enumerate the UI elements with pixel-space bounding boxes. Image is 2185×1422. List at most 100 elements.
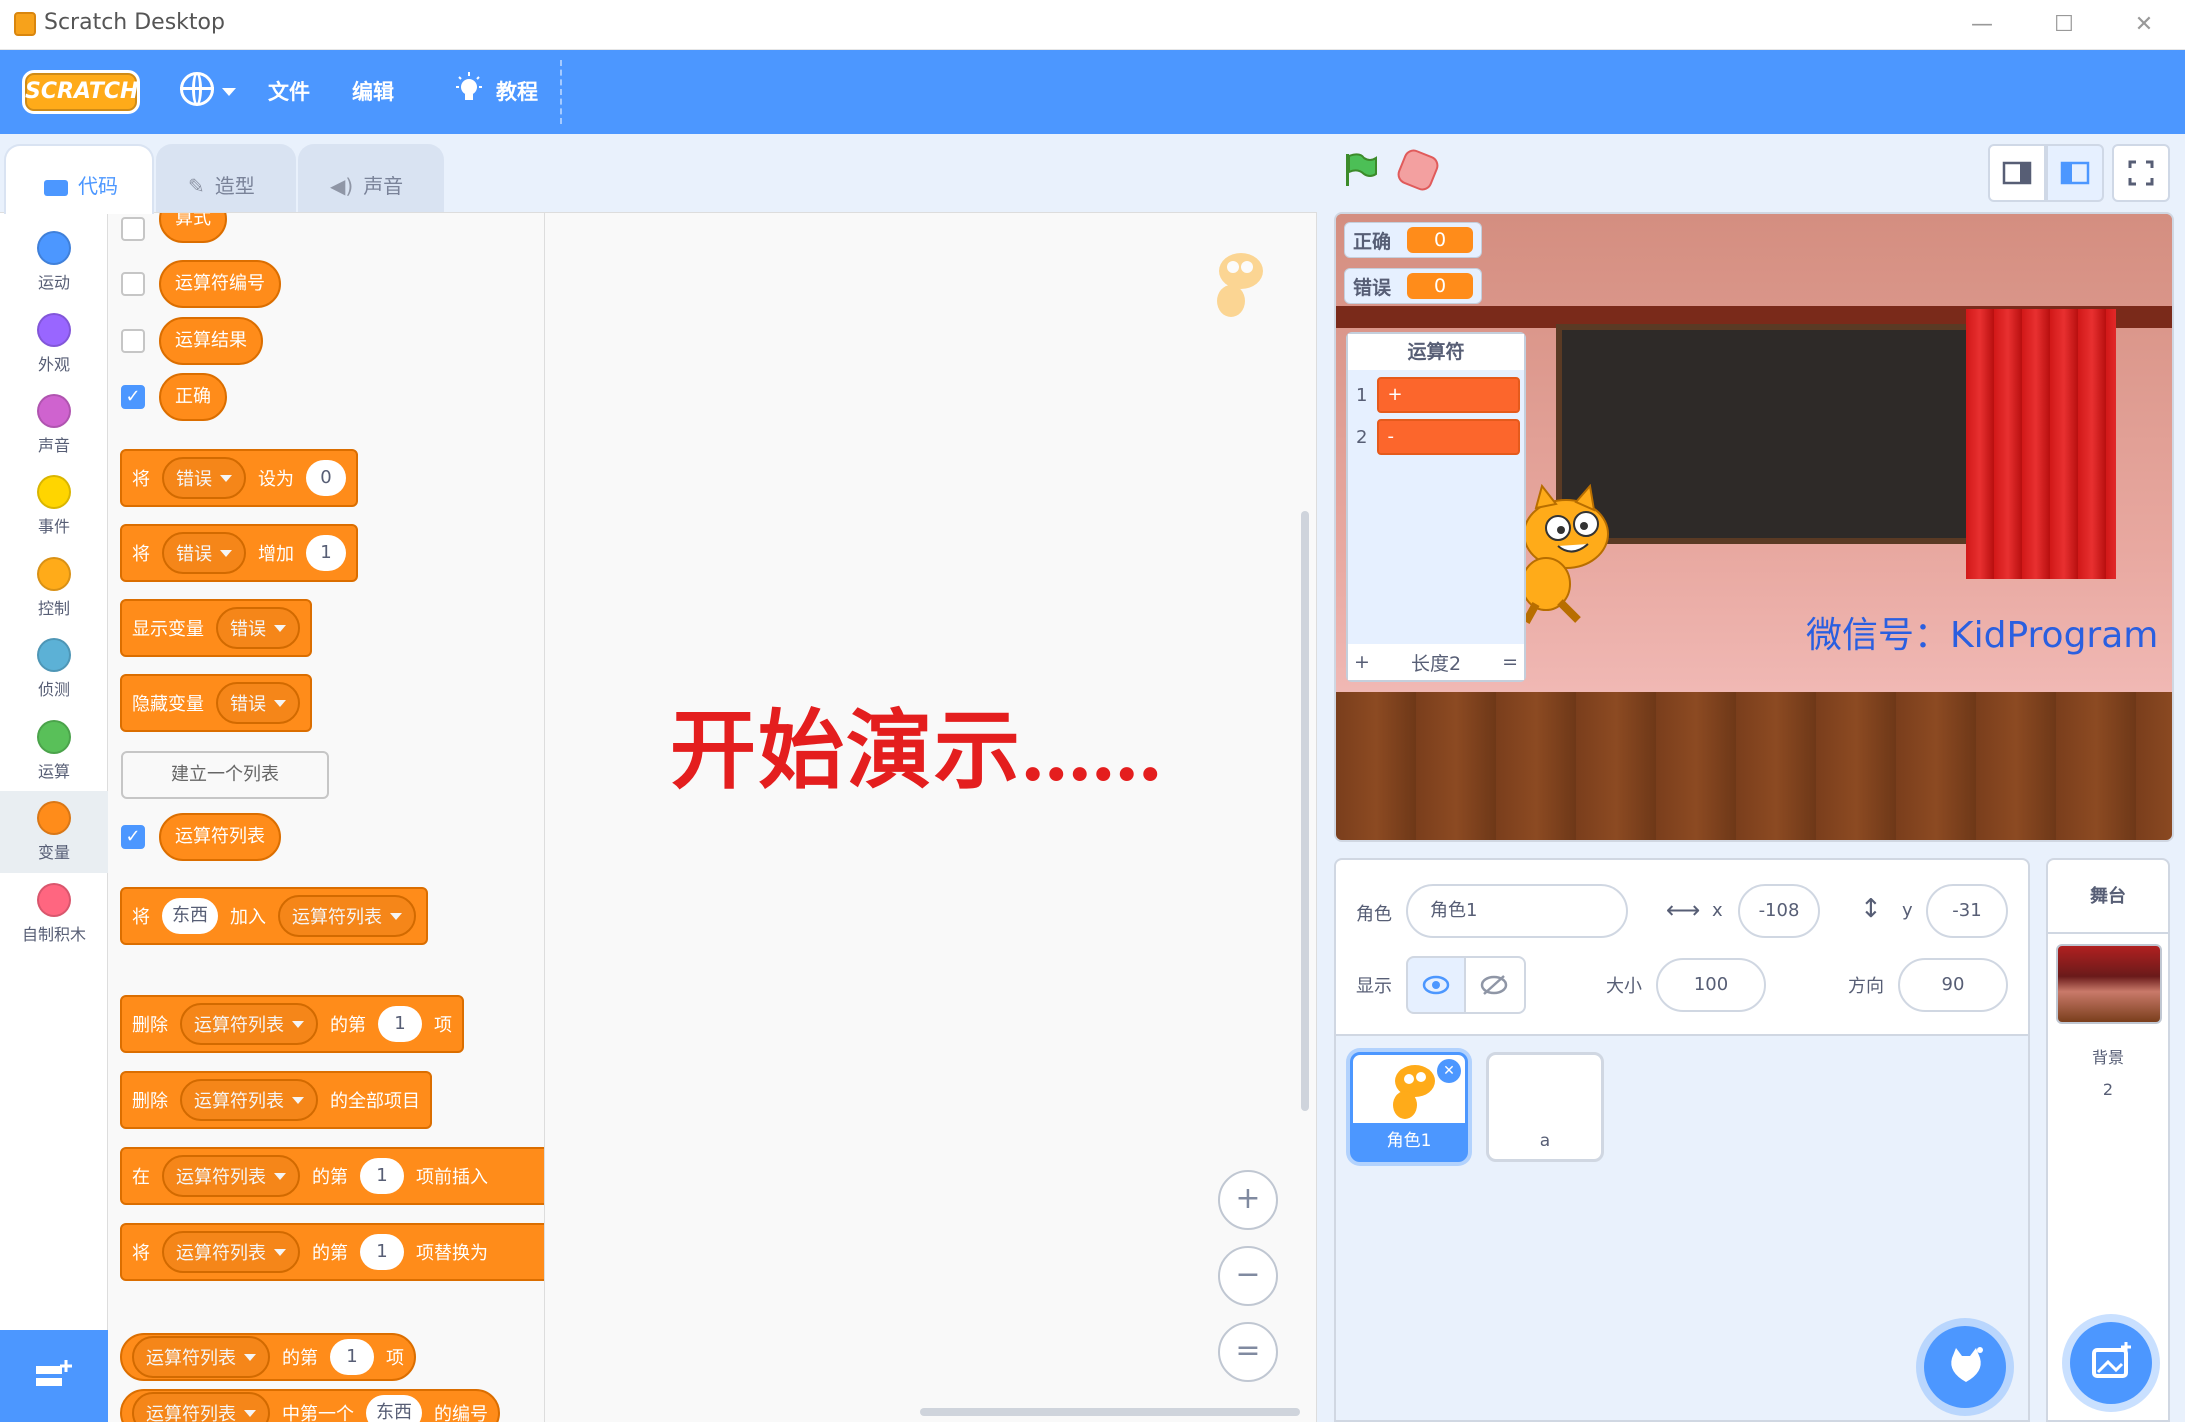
language-globe-icon[interactable] bbox=[180, 72, 214, 106]
x-input[interactable]: -108 bbox=[1738, 884, 1820, 938]
variable-reporter[interactable]: 算式 bbox=[159, 213, 227, 243]
category-events[interactable]: 事件 bbox=[0, 465, 108, 547]
make-list-button[interactable]: 建立一个列表 bbox=[121, 751, 329, 799]
variable-dropdown[interactable]: 错误 bbox=[162, 532, 246, 574]
value-input[interactable]: 1 bbox=[306, 535, 346, 571]
set-variable-block[interactable]: 将 错误 设为 0 bbox=[120, 449, 358, 507]
change-variable-block[interactable]: 将 错误 增加 1 bbox=[120, 524, 358, 582]
backdrop-add-icon bbox=[2092, 1342, 2131, 1378]
value-input[interactable]: 0 bbox=[306, 460, 346, 496]
extension-icon bbox=[36, 1360, 72, 1386]
zoom-in-button[interactable]: + bbox=[1218, 1170, 1278, 1230]
show-label: 显示 bbox=[1356, 976, 1392, 997]
value-input[interactable]: 东西 bbox=[366, 1395, 422, 1422]
category-sensing[interactable]: 侦测 bbox=[0, 628, 108, 710]
menu-tutorials[interactable]: 教程 bbox=[496, 76, 538, 106]
sprite-name-input[interactable]: 角色1 bbox=[1406, 884, 1628, 938]
value-input[interactable]: 东西 bbox=[162, 898, 218, 934]
green-flag-icon[interactable] bbox=[1342, 152, 1378, 188]
delete-sprite-icon[interactable]: ✕ bbox=[1437, 1059, 1461, 1083]
scratch-logo[interactable]: SCRATCH bbox=[22, 70, 140, 114]
list-dropdown[interactable]: 运算符列表 bbox=[132, 1392, 270, 1422]
list-add-button[interactable]: + bbox=[1354, 651, 1370, 673]
list-dropdown[interactable]: 运算符列表 bbox=[162, 1155, 300, 1197]
checkbox-var4-checked[interactable]: ✓ bbox=[121, 385, 145, 409]
vertical-scrollbar[interactable] bbox=[1301, 511, 1309, 1111]
category-operators[interactable]: 运算 bbox=[0, 710, 108, 792]
fullscreen-button[interactable] bbox=[2112, 144, 2170, 202]
variable-dropdown[interactable]: 错误 bbox=[162, 457, 246, 499]
variable-reporter[interactable]: 运算结果 bbox=[159, 317, 263, 365]
zoom-reset-button[interactable]: = bbox=[1218, 1322, 1278, 1382]
large-stage-button[interactable] bbox=[2046, 144, 2104, 202]
value-input[interactable]: 1 bbox=[330, 1339, 374, 1375]
hide-variable-block[interactable]: 隐藏变量 错误 bbox=[120, 674, 312, 732]
item-of-list-reporter[interactable]: 运算符列表 的第 1 项 bbox=[120, 1333, 416, 1381]
choose-sprite-button[interactable] bbox=[1924, 1326, 2006, 1408]
variable-dropdown[interactable]: 错误 bbox=[216, 607, 300, 649]
show-visible-button[interactable] bbox=[1406, 956, 1466, 1014]
sprite-tile[interactable]: a bbox=[1486, 1052, 1604, 1162]
size-input[interactable]: 100 bbox=[1656, 958, 1766, 1012]
variable-reporter[interactable]: 运算符编号 bbox=[159, 260, 281, 308]
small-stage-button[interactable] bbox=[1988, 144, 2046, 202]
category-my-blocks[interactable]: 自制积木 bbox=[0, 873, 108, 955]
tab-sounds[interactable]: ◀) 声音 bbox=[298, 144, 444, 214]
monitor-label: 错误 bbox=[1353, 276, 1392, 299]
maximize-button[interactable]: ☐ bbox=[2044, 8, 2084, 42]
list-dropdown[interactable]: 运算符列表 bbox=[132, 1336, 270, 1378]
tab-code[interactable]: 代码 bbox=[4, 144, 154, 214]
category-control[interactable]: 控制 bbox=[0, 547, 108, 629]
add-to-list-block[interactable]: 将 东西 加入 运算符列表 bbox=[120, 887, 428, 945]
category-motion[interactable]: 运动 bbox=[0, 221, 108, 303]
delete-all-block[interactable]: 删除 运算符列表 的全部项目 bbox=[120, 1071, 432, 1129]
list-value[interactable]: + bbox=[1377, 377, 1520, 413]
list-dropdown[interactable]: 运算符列表 bbox=[180, 1079, 318, 1121]
variable-dropdown[interactable]: 错误 bbox=[216, 682, 300, 724]
category-sound[interactable]: 声音 bbox=[0, 384, 108, 466]
direction-input[interactable]: 90 bbox=[1898, 958, 2008, 1012]
replace-item-block[interactable]: 将 运算符列表 的第 1 项替换为 bbox=[120, 1223, 544, 1281]
close-window-button[interactable]: ✕ bbox=[2124, 8, 2164, 42]
category-variables[interactable]: 变量 bbox=[0, 791, 108, 873]
tab-costumes[interactable]: ✎ 造型 bbox=[156, 144, 296, 214]
checkbox-list-checked[interactable]: ✓ bbox=[121, 825, 145, 849]
y-input[interactable]: -31 bbox=[1926, 884, 2008, 938]
stop-icon[interactable] bbox=[1394, 146, 1442, 194]
block-text: 在 bbox=[132, 1167, 150, 1188]
value-input[interactable]: 1 bbox=[360, 1234, 404, 1270]
checkbox-var1[interactable] bbox=[121, 217, 145, 241]
value-input[interactable]: 1 bbox=[378, 1006, 422, 1042]
list-value[interactable]: - bbox=[1377, 419, 1520, 455]
menu-file[interactable]: 文件 bbox=[268, 76, 310, 106]
category-looks[interactable]: 外观 bbox=[0, 303, 108, 385]
list-item[interactable]: 2 - bbox=[1356, 418, 1520, 456]
menu-divider bbox=[560, 60, 562, 124]
show-variable-block[interactable]: 显示变量 错误 bbox=[120, 599, 312, 657]
sprite-tile-selected[interactable]: ✕ 角色1 bbox=[1350, 1052, 1468, 1162]
choose-backdrop-button[interactable] bbox=[2070, 1322, 2152, 1404]
minimize-button[interactable]: — bbox=[1962, 8, 2002, 42]
checkbox-var2[interactable] bbox=[121, 272, 145, 296]
block-text: 的编号 bbox=[434, 1404, 488, 1422]
stage-canvas[interactable]: 微信号：KidProgram 正确 0 错误 0 运算符 1 + 2 - + 长… bbox=[1334, 212, 2174, 842]
menu-edit[interactable]: 编辑 bbox=[352, 76, 394, 106]
index-of-item-reporter[interactable]: 运算符列表 中第一个 东西 的编号 bbox=[120, 1389, 500, 1422]
checkbox-var3[interactable] bbox=[121, 329, 145, 353]
value-input[interactable]: 1 bbox=[360, 1158, 404, 1194]
list-reporter[interactable]: 运算符列表 bbox=[159, 813, 281, 861]
list-resize-handle[interactable]: = bbox=[1502, 651, 1518, 673]
horizontal-scrollbar[interactable] bbox=[920, 1408, 1300, 1416]
insert-item-block[interactable]: 在 运算符列表 的第 1 项前插入 bbox=[120, 1147, 544, 1205]
script-area[interactable] bbox=[545, 212, 1317, 1422]
variable-reporter[interactable]: 正确 bbox=[159, 373, 227, 421]
list-item[interactable]: 1 + bbox=[1356, 376, 1520, 414]
delete-item-block[interactable]: 删除 运算符列表 的第 1 项 bbox=[120, 995, 464, 1053]
list-dropdown[interactable]: 运算符列表 bbox=[278, 895, 416, 937]
zoom-out-button[interactable]: − bbox=[1218, 1246, 1278, 1306]
show-hidden-button[interactable] bbox=[1466, 956, 1526, 1014]
list-dropdown[interactable]: 运算符列表 bbox=[180, 1003, 318, 1045]
block-text: 将 bbox=[132, 544, 150, 565]
add-extension-button[interactable] bbox=[0, 1330, 108, 1422]
list-dropdown[interactable]: 运算符列表 bbox=[162, 1231, 300, 1273]
